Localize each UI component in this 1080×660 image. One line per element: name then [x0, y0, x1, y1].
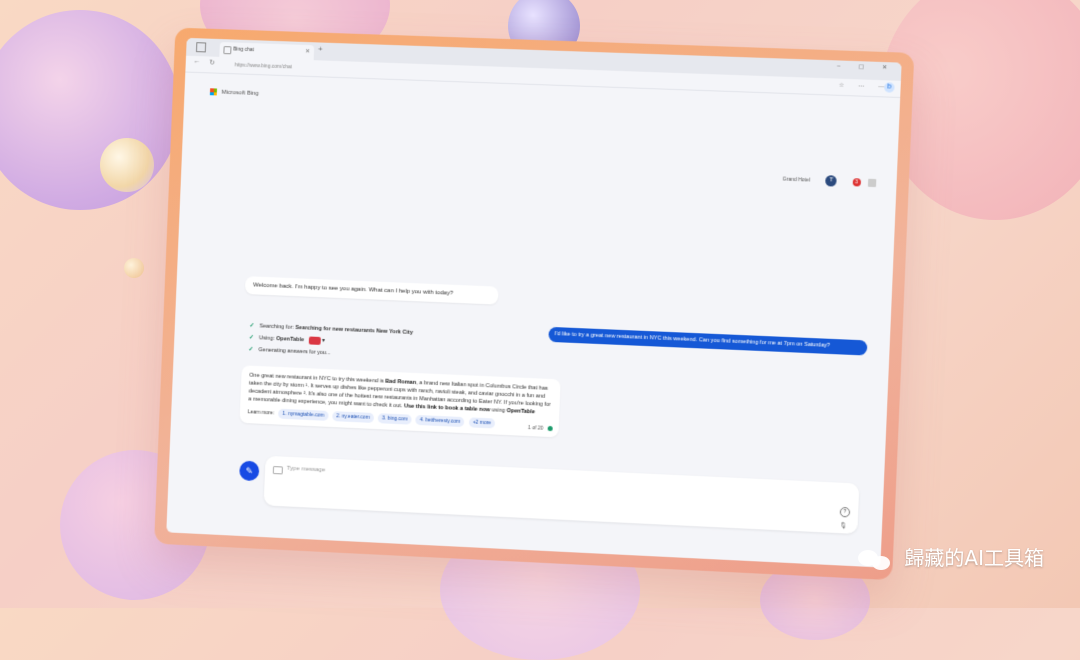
- tab-title: Bing chat: [233, 46, 254, 54]
- watermark: 歸藏的AI工具箱: [858, 542, 1044, 572]
- welcome-message: Welcome back. I'm happy to see you again…: [244, 276, 499, 305]
- search-status: ✓ Searching for: Searching for new resta…: [248, 320, 413, 363]
- microsoft-logo-icon: [209, 88, 218, 96]
- decorative-bubble: [0, 10, 180, 210]
- composer[interactable]: Type message ? 🎙: [263, 455, 860, 534]
- source-chip[interactable]: 2. ny.eater.com: [332, 411, 374, 423]
- apps-icon[interactable]: [867, 178, 877, 187]
- status-label: Searching for:: [259, 323, 294, 331]
- opentable-logo-icon: [308, 335, 321, 345]
- user-message: I'd like to try a great new restaurant i…: [548, 326, 868, 356]
- plugin-name: OpenTable: [275, 336, 305, 344]
- new-topic-button[interactable]: ✎: [239, 460, 260, 482]
- header-label[interactable]: Grand Hotel: [783, 176, 811, 183]
- new-tab-button[interactable]: +: [318, 44, 323, 53]
- wechat-logo-icon: [858, 548, 892, 572]
- notification-badge[interactable]: 3: [852, 177, 861, 187]
- header-right: Grand Hotel T 3: [782, 173, 877, 188]
- check-icon: ✓: [248, 334, 254, 342]
- check-icon: ✓: [248, 346, 254, 353]
- back-icon[interactable]: ←: [193, 58, 200, 65]
- tablet-frame: Bing chat ✕ + – ▢ ✕ ← ↻ https://www.bing…: [154, 27, 915, 581]
- source-chip[interactable]: 4. bettheresty.com: [415, 414, 465, 428]
- bing-favicon-icon: [223, 46, 232, 55]
- more-sources-chip[interactable]: +2 more: [468, 417, 496, 429]
- window-controls[interactable]: – ▢ ✕: [837, 62, 896, 71]
- message-icon: [272, 466, 283, 475]
- browser-tools[interactable]: ☆ ⋯ ⋯: [839, 82, 891, 91]
- refresh-icon[interactable]: ↻: [209, 59, 215, 66]
- learn-more-label: Learn more:: [247, 409, 275, 417]
- source-chip[interactable]: 3. bing.com: [377, 413, 412, 425]
- status-label: Using:: [258, 335, 275, 342]
- opentable-link[interactable]: OpenTable: [506, 408, 535, 415]
- response-pager: 1 of 20: [528, 424, 553, 433]
- booking-link[interactable]: Use this link to book a table now: [404, 403, 490, 413]
- window-menu-icon[interactable]: [195, 42, 207, 53]
- close-tab-icon[interactable]: ✕: [305, 45, 311, 60]
- source-chip[interactable]: 1. nymagtable.com: [278, 408, 329, 421]
- answer-text: using: [491, 407, 506, 414]
- url-input[interactable]: https://www.bing.com/chat: [234, 60, 303, 72]
- avatar[interactable]: T: [825, 175, 837, 187]
- help-icon[interactable]: ?: [839, 506, 851, 518]
- bing-sidebar-icon[interactable]: b: [884, 82, 895, 93]
- decorative-bubble: [100, 138, 154, 192]
- brand[interactable]: Microsoft Bing: [209, 88, 259, 98]
- pager-text: 1 of 20: [527, 425, 544, 432]
- bot-answer: One great new restaurant in NYC to try t…: [239, 365, 561, 438]
- status-label: Generating answers for you...: [258, 347, 331, 357]
- microphone-icon[interactable]: 🎙: [840, 522, 848, 529]
- restaurant-name: Bad Roman: [385, 378, 417, 386]
- browser-window: Bing chat ✕ + – ▢ ✕ ← ↻ https://www.bing…: [166, 37, 902, 568]
- watermark-text: 歸藏的AI工具箱: [904, 546, 1044, 570]
- brand-name: Microsoft Bing: [221, 89, 259, 98]
- chevron-down-icon[interactable]: ▾: [322, 338, 325, 344]
- status-dot-icon: [547, 426, 553, 432]
- message-input[interactable]: Type message: [287, 466, 326, 474]
- check-icon: ✓: [249, 322, 255, 330]
- decorative-bubble: [124, 258, 144, 278]
